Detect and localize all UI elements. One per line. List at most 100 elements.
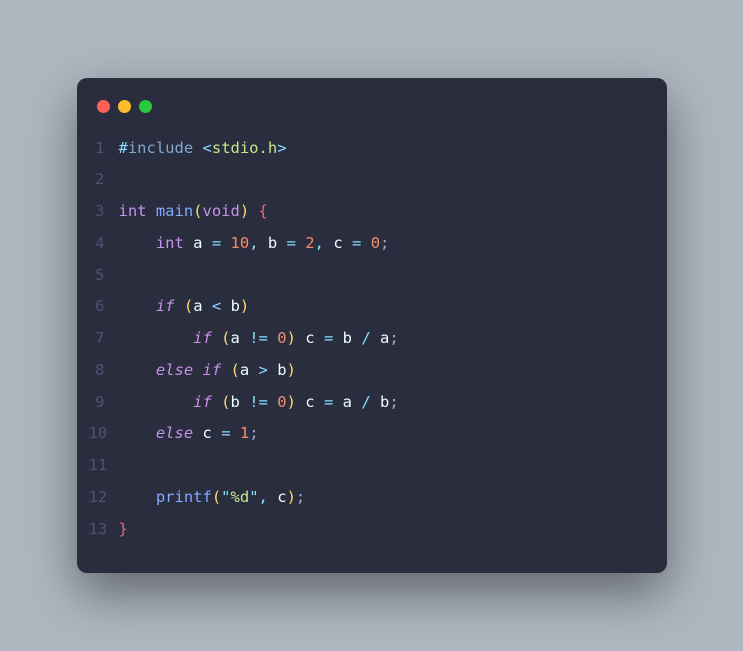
token <box>212 424 221 442</box>
line-content: if (a != 0) c = b / a; <box>119 323 399 355</box>
token: a <box>343 393 352 411</box>
token: else <box>156 361 193 379</box>
token <box>343 234 352 252</box>
code-line: 11 <box>89 450 643 482</box>
line-number: 1 <box>89 133 119 165</box>
token <box>193 139 202 157</box>
token <box>119 488 156 506</box>
token <box>221 297 230 315</box>
token <box>371 329 380 347</box>
token: c <box>305 329 314 347</box>
token <box>119 424 156 442</box>
token: a <box>240 361 249 379</box>
token: != <box>249 393 268 411</box>
line-content <box>119 164 128 196</box>
code-line: 9 if (b != 0) c = a / b; <box>89 387 643 419</box>
token <box>268 393 277 411</box>
token: != <box>249 329 268 347</box>
token: if <box>193 393 212 411</box>
code-line: 2 <box>89 164 643 196</box>
token: = <box>324 329 333 347</box>
token <box>277 234 286 252</box>
code-line: 6 if (a < b) <box>89 291 643 323</box>
line-number: 8 <box>89 355 119 387</box>
token <box>352 329 361 347</box>
close-icon[interactable] <box>97 100 110 113</box>
line-content: #include <stdio.h> <box>119 133 287 165</box>
token <box>296 393 305 411</box>
token: 0 <box>277 329 286 347</box>
editor-window: 1#include <stdio.h>2 3int main(void) {4 … <box>77 78 667 574</box>
token <box>268 329 277 347</box>
line-number: 11 <box>89 450 119 482</box>
token: else <box>156 424 193 442</box>
token: " <box>221 488 230 506</box>
token <box>268 488 277 506</box>
token: ) <box>240 297 249 315</box>
token: b <box>343 329 352 347</box>
token: { <box>259 202 268 220</box>
token: b <box>277 361 286 379</box>
token <box>361 234 370 252</box>
token: = <box>287 234 296 252</box>
token: b <box>231 297 240 315</box>
token: ; <box>380 234 389 252</box>
line-content <box>119 450 128 482</box>
token: " <box>249 488 258 506</box>
code-line: 5 <box>89 260 643 292</box>
token: ( <box>221 329 230 347</box>
token <box>175 297 184 315</box>
token <box>119 361 156 379</box>
token: int <box>119 202 147 220</box>
line-number: 6 <box>89 291 119 323</box>
token: 0 <box>371 234 380 252</box>
code-line: 10 else c = 1; <box>89 418 643 450</box>
line-content: printf("%d", c); <box>119 482 306 514</box>
token: void <box>203 202 240 220</box>
token <box>352 393 361 411</box>
maximize-icon[interactable] <box>139 100 152 113</box>
token: / <box>361 393 370 411</box>
token: > <box>277 139 286 157</box>
token: b <box>268 234 277 252</box>
code-line: 3int main(void) { <box>89 196 643 228</box>
line-content: int main(void) { <box>119 196 268 228</box>
token: c <box>333 234 342 252</box>
token <box>221 234 230 252</box>
token <box>212 393 221 411</box>
minimize-icon[interactable] <box>118 100 131 113</box>
token: stdio.h <box>212 139 277 157</box>
token <box>240 393 249 411</box>
token: ) <box>287 393 296 411</box>
token: = <box>212 234 221 252</box>
token: %d <box>231 488 250 506</box>
line-number: 2 <box>89 164 119 196</box>
token <box>268 361 277 379</box>
line-number: 4 <box>89 228 119 260</box>
code-line: 1#include <stdio.h> <box>89 133 643 165</box>
token: ; <box>249 424 258 442</box>
token: ) <box>287 329 296 347</box>
token <box>324 234 333 252</box>
token: 1 <box>240 424 249 442</box>
token: c <box>277 488 286 506</box>
token: , <box>259 488 268 506</box>
line-content: int a = 10, b = 2, c = 0; <box>119 228 390 260</box>
token: ) <box>287 488 296 506</box>
line-number: 9 <box>89 387 119 419</box>
line-content <box>119 260 128 292</box>
token: < <box>203 139 212 157</box>
code-line: 7 if (a != 0) c = b / a; <box>89 323 643 355</box>
token: > <box>259 361 268 379</box>
token: = <box>221 424 230 442</box>
token <box>193 424 202 442</box>
token <box>296 234 305 252</box>
token: # <box>119 139 128 157</box>
code-editor[interactable]: 1#include <stdio.h>2 3int main(void) {4 … <box>77 133 667 546</box>
token: / <box>361 329 370 347</box>
code-line: 12 printf("%d", c); <box>89 482 643 514</box>
token: ) <box>240 202 249 220</box>
line-number: 3 <box>89 196 119 228</box>
code-line: 13} <box>89 514 643 546</box>
line-content: else if (a > b) <box>119 355 296 387</box>
